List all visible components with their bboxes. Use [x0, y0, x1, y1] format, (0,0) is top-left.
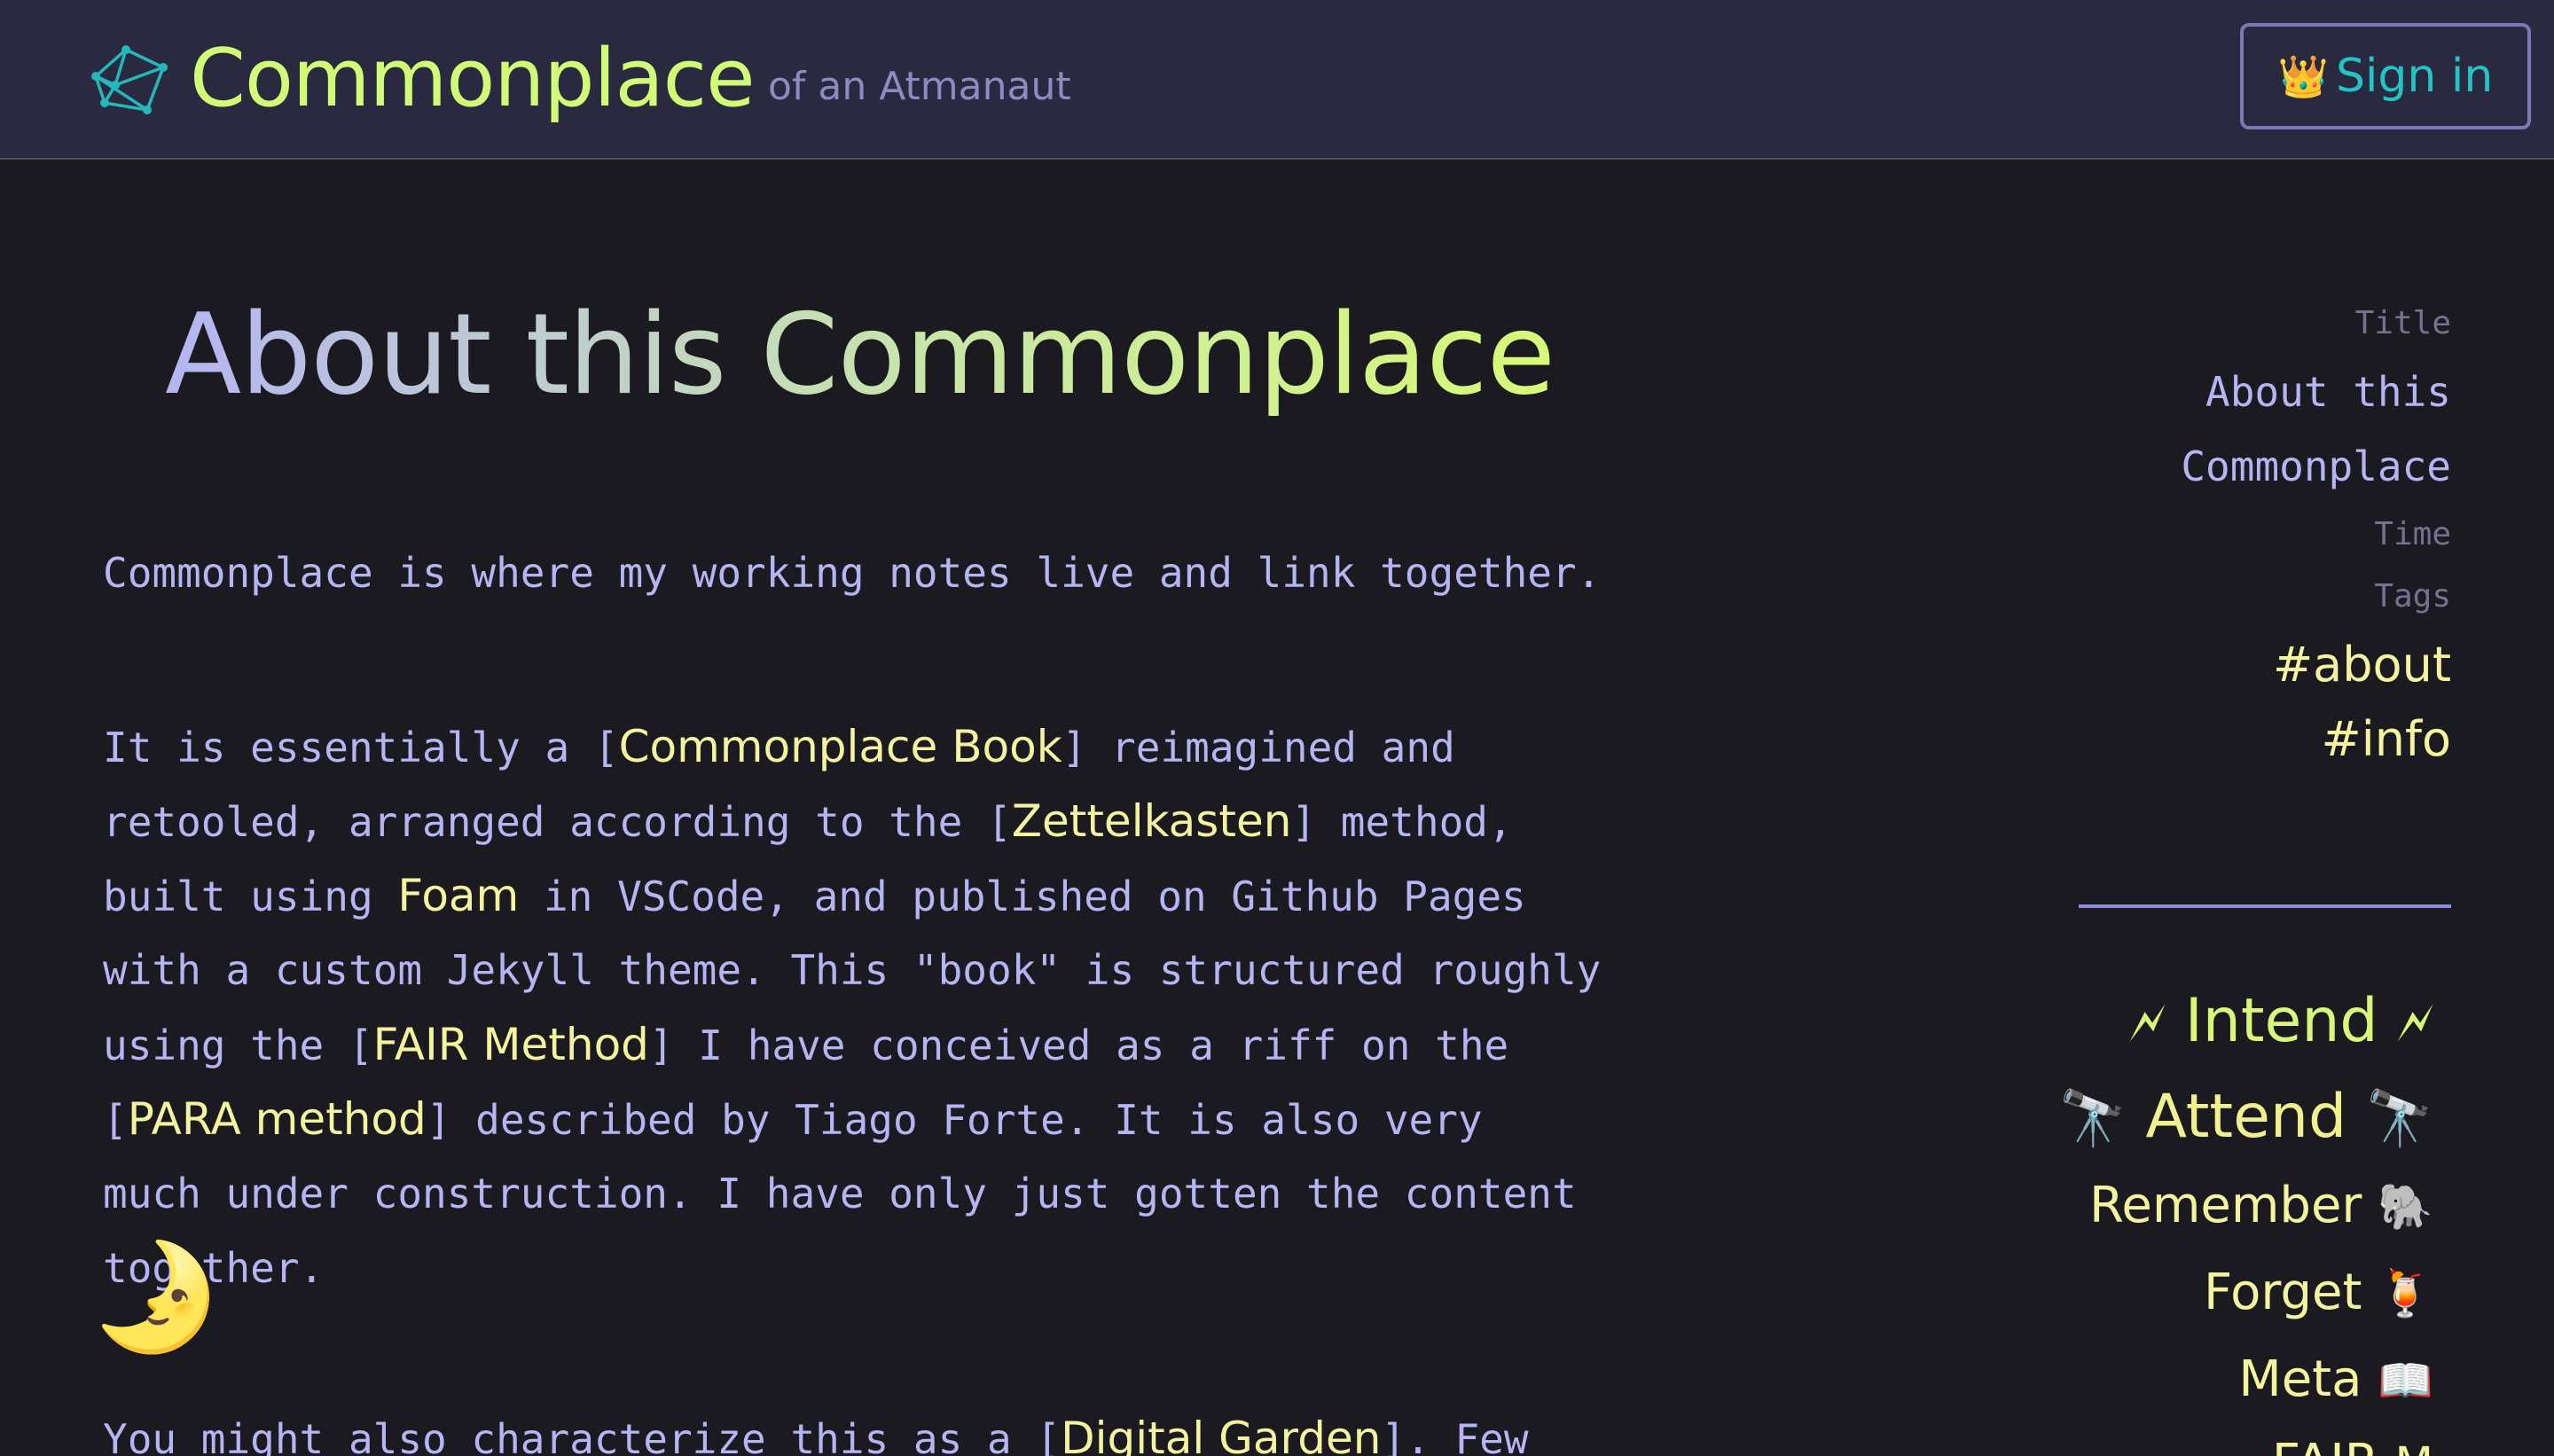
link-para-method[interactable]: PARA method [128, 1093, 427, 1145]
link-zettelkasten[interactable]: Zettelkasten [1012, 795, 1292, 847]
nav-label: Attend [2145, 1082, 2347, 1152]
fountain-icon: 🍹 [2378, 1267, 2433, 1319]
text: built using [103, 873, 398, 920]
text: in VSCode, and published on Github Pages [519, 873, 1526, 920]
paragraph-line: built using Foam in VSCode, and publishe… [103, 858, 1664, 933]
paragraph-line: Commonplace is where my working notes li… [103, 549, 1602, 597]
nav-fair[interactable]: FAIR M [2040, 1428, 2433, 1456]
telescope-icon: 🔭 [2058, 1087, 2127, 1150]
sidebar-divider [2079, 904, 2451, 908]
intro-paragraph: Commonplace is where my working notes li… [103, 536, 1664, 610]
text: ]. Few [1381, 1415, 1529, 1456]
paragraph-line: [PARA method] described by Tiago Forte. … [103, 1082, 1664, 1156]
text: ] I have conceived as a riff on the [648, 1022, 1509, 1069]
nav-label: FAIR [2272, 1434, 2379, 1456]
paragraph-line: retooled, arranged according to the [Zet… [103, 784, 1664, 858]
text: ] described by Tiago Forte. It is also v… [426, 1096, 1483, 1144]
title-label: Title [2354, 305, 2451, 341]
text: [ [103, 1096, 128, 1144]
tag-info[interactable]: #info [2022, 702, 2451, 777]
link-fair-method[interactable]: FAIR Method [373, 1019, 649, 1070]
nav-label: Intend [2184, 986, 2378, 1056]
nav-attend[interactable]: 🔭 Attend 🔭 [2040, 1073, 2433, 1163]
text: retooled, arranged according to the [ [103, 798, 1012, 846]
lightning-icon: 🗲 [2397, 991, 2433, 1054]
paragraph-line: together. [103, 1244, 325, 1292]
text: ] reimagined and [1062, 724, 1455, 771]
crown-icon: 👑 [2277, 52, 2329, 100]
book-icon: 📖 [2378, 1354, 2433, 1406]
sign-in-button[interactable]: 👑 Sign in [2240, 23, 2531, 129]
paragraph-line: using the [FAIR Method] I have conceived… [103, 1007, 1664, 1082]
elephant-icon: 🐘 [2378, 1180, 2433, 1233]
nav-label: Forget [2203, 1264, 2362, 1321]
garden-paragraph: You might also characterize this as a [D… [103, 1401, 1664, 1456]
paragraph-line: It is essentially a [Commonplace Book] r… [103, 709, 1664, 784]
tags-label: Tags [2374, 578, 2451, 614]
theme-toggle-moon-icon[interactable]: 🌛 [90, 1236, 221, 1357]
site-subtitle: of an Atmanaut [768, 64, 1071, 109]
constellation-icon[interactable] [85, 41, 170, 121]
link-foam[interactable]: Foam [397, 870, 519, 921]
telescope-icon: 🔭 [2365, 1087, 2433, 1150]
text: You might also characterize this as a [ [103, 1415, 1062, 1456]
description-paragraph: It is essentially a [Commonplace Book] r… [103, 709, 1664, 1305]
text: It is essentially a [ [103, 724, 619, 771]
nav-label: Meta [2238, 1350, 2362, 1408]
sign-in-label: Sign in [2335, 50, 2494, 103]
page-title: About this Commonplace [165, 284, 1555, 426]
nav-label: Remember [2089, 1177, 2362, 1234]
site-title[interactable]: Commonplace [190, 30, 755, 128]
paragraph-line: with a custom Jekyll theme. This "book" … [103, 946, 1602, 994]
nav-remember[interactable]: Remember 🐘 [2040, 1170, 2433, 1242]
nav-intend[interactable]: 🗲 Intend 🗲 [2040, 977, 2433, 1068]
paragraph-line: much under construction. I have only jus… [103, 1170, 1577, 1217]
nav-forget[interactable]: Forget 🍹 [2040, 1257, 2433, 1329]
nav-meta[interactable]: Meta 📖 [2040, 1344, 2433, 1416]
metadata-sidebar: Title About this Commonplace Time Tags #… [2022, 293, 2451, 777]
site-header: Commonplace of an Atmanaut 👑 Sign in [0, 0, 2554, 160]
tag-about[interactable]: #about [2022, 628, 2451, 702]
title-value-line: Commonplace [2181, 442, 2451, 490]
link-commonplace-book[interactable]: Commonplace Book [619, 721, 1062, 772]
link-digital-garden[interactable]: Digital Garden [1061, 1413, 1381, 1456]
paragraph-line: You might also characterize this as a [D… [103, 1401, 1664, 1456]
time-label: Time [2374, 516, 2451, 552]
text: using the [ [103, 1022, 373, 1069]
title-value-line: About this [2205, 368, 2451, 416]
fair-icon: M [2395, 1437, 2433, 1456]
text: ] method, [1291, 798, 1513, 846]
lightning-icon: 🗲 [2129, 991, 2166, 1054]
